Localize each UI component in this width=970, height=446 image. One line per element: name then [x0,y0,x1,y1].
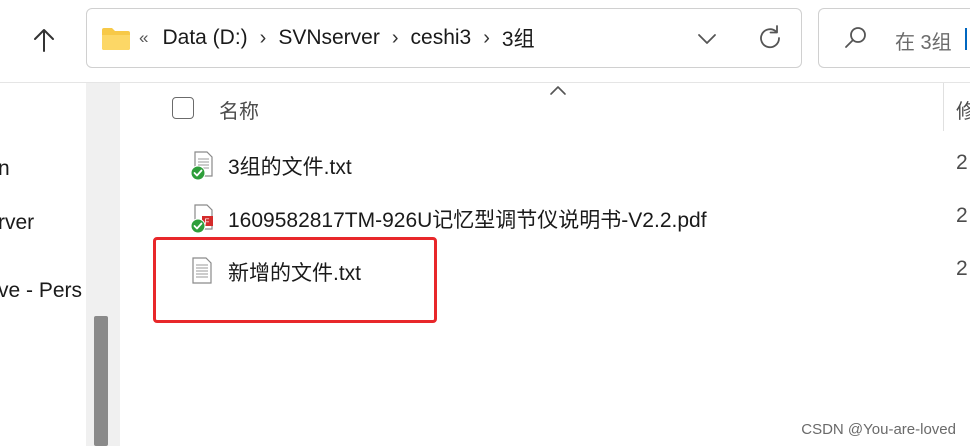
text-cursor [965,28,967,50]
search-icon [845,27,866,48]
column-header: 名称 修 [120,83,970,131]
breadcrumb-item-svnserver[interactable]: SVNserver [278,26,380,50]
nav-item[interactable]: n [0,157,10,181]
arrow-up-icon [34,29,54,52]
nav-scrollbar-thumb[interactable] [94,316,108,446]
chevron-down-icon[interactable] [693,25,721,53]
up-button[interactable] [20,18,68,62]
column-header-date[interactable]: 修 [956,95,970,124]
chevron-right-icon[interactable]: › [483,27,490,50]
breadcrumb-item-drive[interactable]: Data (D:) [162,26,247,50]
address-bar[interactable]: « Data (D:) › SVNserver › ceshi3 › 3组 [86,8,802,68]
breadcrumb-item-ceshi3[interactable]: ceshi3 [411,26,472,50]
search-box[interactable]: 在 3组 [818,8,970,68]
file-date: 2 [956,151,968,174]
folder-icon [102,28,130,50]
column-header-name[interactable]: 名称 [219,95,259,124]
breadcrumb-overflow-icon[interactable]: « [139,28,148,48]
toolbar: « Data (D:) › SVNserver › ceshi3 › 3组 在 … [0,0,970,80]
file-date: 2 [956,257,968,280]
nav-item-svnserver[interactable]: rver [0,211,34,235]
svn-normal-txt-icon [190,151,213,181]
watermark: CSDN @You-are-loved [801,421,956,438]
navigation-pane: n rver ve - Pers [0,83,86,446]
svn-normal-pdf-icon: F [190,204,213,234]
refresh-icon[interactable] [755,23,785,53]
file-name: 1609582817TM-926U记忆型调节仪说明书-V2.2.pdf [228,209,707,232]
breadcrumb-item-current[interactable]: 3组 [502,23,535,53]
column-divider[interactable] [943,83,944,131]
breadcrumb: « Data (D:) › SVNserver › ceshi3 › 3组 [139,9,535,67]
search-input[interactable]: 在 3组 [895,26,952,55]
file-name: 3组的文件.txt [228,156,352,179]
chevron-right-icon[interactable]: › [260,27,267,50]
chevron-right-icon[interactable]: › [392,27,399,50]
file-row[interactable]: 3组的文件.txt 2 [120,141,970,191]
highlight-annotation [153,237,437,323]
file-date: 2 [956,204,968,227]
nav-item-onedrive[interactable]: ve - Pers [0,279,82,303]
select-all-checkbox[interactable] [172,97,194,119]
